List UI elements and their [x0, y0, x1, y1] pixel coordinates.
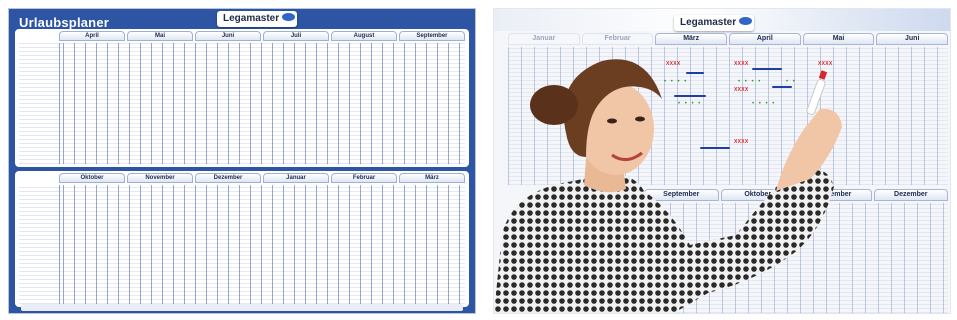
planner-board-left: Urlaubsplaner Legamaster April Mai Juni … — [8, 8, 476, 314]
planner-grid-bottom — [19, 185, 465, 304]
planner-footer — [21, 304, 463, 311]
logo-badge-icon — [282, 13, 296, 21]
name-column — [19, 185, 60, 304]
month-tab: Januar — [263, 173, 329, 183]
month-tab: Dezember — [195, 173, 261, 183]
month-tab: März — [399, 173, 465, 183]
month-tab: Juli — [263, 31, 329, 41]
month-tab: April — [59, 31, 125, 41]
month-tab: Mai — [127, 31, 193, 41]
month-tab: September — [399, 31, 465, 41]
planner-title: Urlaubsplaner — [19, 15, 110, 30]
legamaster-logo: Legamaster — [217, 11, 298, 27]
logo-text: Legamaster — [223, 13, 280, 24]
month-header-row-bottom: Oktober November Dezember Januar Februar… — [15, 173, 469, 183]
planner-sheet-top: April Mai Juni Juli August September — [15, 29, 469, 167]
month-tab: Juni — [195, 31, 261, 41]
month-header-row-top: April Mai Juni Juli August September — [15, 31, 469, 41]
planner-sheet-bottom: Oktober November Dezember Januar Februar… — [15, 171, 469, 307]
month-tab: August — [331, 31, 397, 41]
month-tab: November — [127, 173, 193, 183]
month-tab: Oktober — [59, 173, 125, 183]
planner-photo-right: Legamaster Januar Februar März April Mai… — [493, 8, 951, 314]
month-tab: Februar — [331, 173, 397, 183]
name-column — [19, 43, 60, 164]
planner-grid-top — [19, 43, 465, 164]
woman-with-marker-photo — [494, 59, 842, 313]
